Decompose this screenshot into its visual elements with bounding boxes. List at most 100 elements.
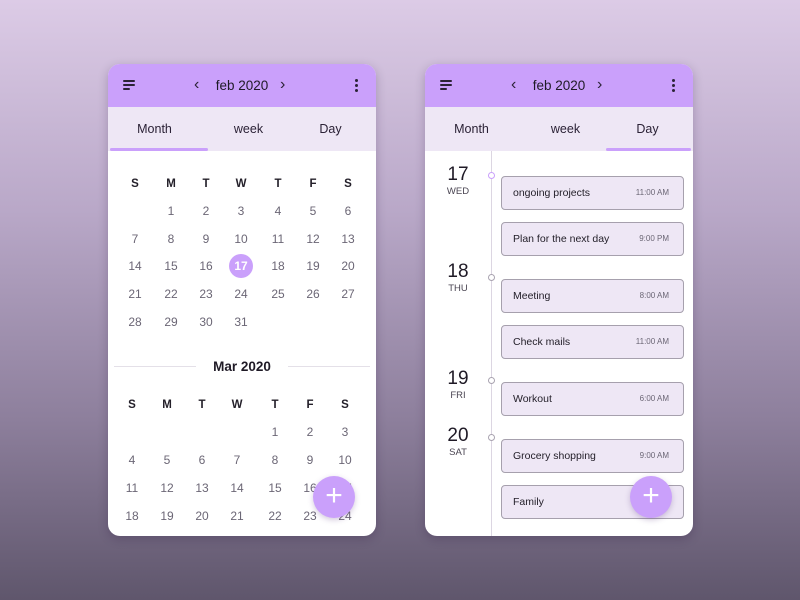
day-cell[interactable]: 3 xyxy=(226,201,256,221)
day-cell[interactable]: 10 xyxy=(226,229,256,249)
weekday-label: S xyxy=(344,178,352,190)
event-card[interactable]: Meeting 8:00 AM xyxy=(501,279,684,313)
day-cell[interactable]: 9 xyxy=(191,229,221,249)
day-cell[interactable]: 21 xyxy=(120,284,150,304)
event-time: 11:00 AM xyxy=(635,188,669,197)
tab-month[interactable]: Month xyxy=(427,107,516,151)
event-title: Check mails xyxy=(513,336,571,348)
add-event-button[interactable]: + xyxy=(313,476,355,518)
selected-day-cell[interactable]: 17 xyxy=(226,254,256,279)
week-row: 7 8 9 10 11 12 13 xyxy=(120,229,372,249)
day-cell[interactable]: 10 xyxy=(330,450,360,470)
chevron-left-icon[interactable]: ‹ xyxy=(194,73,199,97)
weekday-label: W xyxy=(231,399,243,411)
day-cell[interactable]: 11 xyxy=(263,229,293,249)
day-cell[interactable]: 6 xyxy=(333,201,363,221)
day-cell[interactable]: 12 xyxy=(298,229,328,249)
day-cell[interactable]: 8 xyxy=(260,450,290,470)
week-row: 14 15 16 17 18 19 20 xyxy=(120,254,372,279)
day-cell[interactable]: 7 xyxy=(120,229,150,249)
event-card[interactable]: Plan for the next day 9:00 PM xyxy=(501,222,684,256)
day-cell[interactable]: 20 xyxy=(333,256,363,276)
next-month-title: Mar 2020 xyxy=(196,358,288,376)
day-cell[interactable]: 3 xyxy=(330,422,360,442)
day-cell[interactable]: 25 xyxy=(263,284,293,304)
chevron-right-icon[interactable]: › xyxy=(597,73,602,97)
event-card[interactable]: Workout 6:00 AM xyxy=(501,382,684,416)
weekday-label: F xyxy=(309,178,317,190)
day-number: 20 xyxy=(447,425,469,446)
week-row: 28 29 30 31 xyxy=(120,312,372,332)
tab-week[interactable]: week xyxy=(204,107,293,151)
weekday-label: F xyxy=(306,399,314,411)
view-tabs: Month week Day xyxy=(425,107,693,151)
day-cell[interactable]: 11 xyxy=(117,478,147,498)
day-cell[interactable]: 7 xyxy=(222,450,252,470)
day-cell[interactable]: 5 xyxy=(298,201,328,221)
month-view-screen: ‹ feb 2020 › Month week Day SMTWTFS12345… xyxy=(108,64,376,536)
day-cell[interactable]: 8 xyxy=(156,229,186,249)
event-title: Plan for the next day xyxy=(513,233,610,245)
day-number: 18 xyxy=(447,261,469,282)
more-vertical-icon[interactable] xyxy=(672,79,676,93)
event-time: 9:00 AM xyxy=(639,451,669,460)
tab-month[interactable]: Month xyxy=(110,107,199,151)
day-cell[interactable]: 2 xyxy=(191,201,221,221)
day-cell[interactable]: 9 xyxy=(295,450,325,470)
day-cell[interactable]: 23 xyxy=(191,284,221,304)
tab-day[interactable]: Day xyxy=(286,107,375,151)
event-card[interactable]: ongoing projects 11:00 AM xyxy=(501,176,684,210)
day-cell[interactable]: 15 xyxy=(156,256,186,276)
event-title: Grocery shopping xyxy=(513,450,596,462)
day-cell[interactable]: 22 xyxy=(156,284,186,304)
day-cell[interactable]: 29 xyxy=(156,312,186,332)
day-cell[interactable]: 18 xyxy=(117,506,147,526)
day-cell[interactable]: 27 xyxy=(333,284,363,304)
day-cell[interactable]: 28 xyxy=(120,312,150,332)
menu-icon[interactable] xyxy=(440,79,456,93)
app-bar: ‹ feb 2020 › xyxy=(425,64,693,107)
day-cell[interactable]: 1 xyxy=(156,201,186,221)
day-cell[interactable]: 4 xyxy=(263,201,293,221)
chevron-left-icon[interactable]: ‹ xyxy=(511,73,516,97)
day-cell[interactable]: 30 xyxy=(191,312,221,332)
day-cell[interactable]: 14 xyxy=(120,256,150,276)
day-cell[interactable]: 12 xyxy=(152,478,182,498)
day-cell[interactable]: 5 xyxy=(152,450,182,470)
menu-icon[interactable] xyxy=(123,79,139,93)
day-cell[interactable]: 26 xyxy=(298,284,328,304)
day-cell[interactable]: 16 xyxy=(191,256,221,276)
event-time: 8:00 AM xyxy=(639,291,669,300)
event-title: Family xyxy=(513,496,544,508)
add-event-button[interactable]: + xyxy=(630,476,672,518)
weekday-label: T xyxy=(271,399,279,411)
event-card[interactable]: Check mails 11:00 AM xyxy=(501,325,684,359)
day-number: 17 xyxy=(447,164,469,185)
day-cell[interactable]: 31 xyxy=(226,312,256,332)
event-card[interactable]: Grocery shopping 9:00 AM xyxy=(501,439,684,473)
weekday-label: S xyxy=(128,399,136,411)
day-cell[interactable]: 13 xyxy=(187,478,217,498)
more-vertical-icon[interactable] xyxy=(355,79,359,93)
day-cell[interactable]: 15 xyxy=(260,478,290,498)
tab-week[interactable]: week xyxy=(521,107,610,151)
tab-day[interactable]: Day xyxy=(603,107,692,151)
day-cell[interactable]: 14 xyxy=(222,478,252,498)
day-cell[interactable]: 20 xyxy=(187,506,217,526)
day-cell[interactable]: 22 xyxy=(260,506,290,526)
day-cell[interactable]: 19 xyxy=(152,506,182,526)
day-cell[interactable]: 19 xyxy=(298,256,328,276)
day-cell[interactable]: 1 xyxy=(260,422,290,442)
weekday-label: T xyxy=(198,399,206,411)
day-cell[interactable]: 2 xyxy=(295,422,325,442)
day-cell[interactable]: 24 xyxy=(226,284,256,304)
chevron-right-icon[interactable]: › xyxy=(280,73,285,97)
day-cell[interactable]: 6 xyxy=(187,450,217,470)
timeline-line xyxy=(491,151,492,536)
day-cell[interactable]: 4 xyxy=(117,450,147,470)
day-cell[interactable]: 18 xyxy=(263,256,293,276)
weekday-header-row: SMTWTFS xyxy=(120,395,372,415)
week-row: 21 22 23 24 25 26 27 xyxy=(120,284,372,304)
day-cell[interactable]: 13 xyxy=(333,229,363,249)
day-cell[interactable]: 21 xyxy=(222,506,252,526)
